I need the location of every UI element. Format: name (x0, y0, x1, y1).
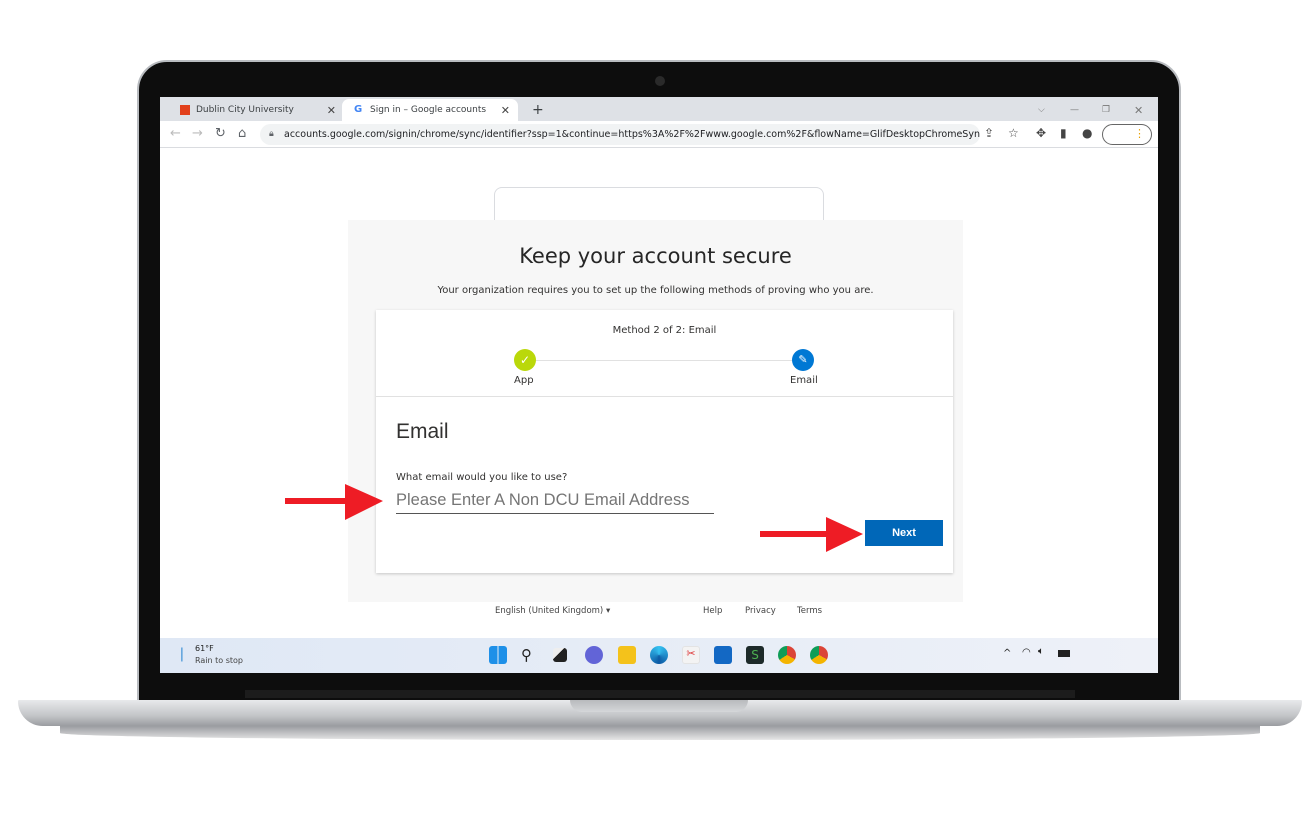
tab-label: Dublin City University (196, 105, 294, 115)
tab-google-signin[interactable]: G Sign in – Google accounts ✕ (342, 99, 518, 121)
close-window-button[interactable]: ✕ (1122, 99, 1143, 121)
home-icon[interactable]: ⌂ (238, 126, 246, 141)
search-icon[interactable]: ⚲ (521, 646, 539, 664)
tab-label: Sign in – Google accounts (370, 105, 487, 115)
browser-toolbar: ← → ↻ ⌂ 🔒︎ accounts.google.com/signin/ch… (160, 121, 1158, 148)
restore-button[interactable]: ❐ (1090, 99, 1110, 121)
laptop-hinge (245, 690, 1075, 698)
help-link[interactable]: Help (703, 606, 722, 616)
dcu-favicon (180, 105, 190, 115)
laptop-base-bottom (60, 726, 1260, 740)
task-view-icon[interactable] (553, 648, 567, 662)
tab-bar: Dublin City University ✕ G Sign in – Goo… (160, 97, 1158, 121)
language-selector[interactable]: English (United Kingdom) ▾ (495, 606, 610, 616)
weather-text[interactable]: Rain to stop (195, 656, 243, 665)
rain-icon: ❘ (176, 646, 188, 662)
page-subtitle: Your organization requires you to set up… (437, 285, 874, 296)
chevron-up-icon[interactable]: ^ (1003, 648, 1011, 659)
close-tab-icon[interactable]: ✕ (327, 104, 336, 117)
side-panel-icon[interactable]: ▮ (1060, 126, 1067, 140)
pencil-icon: ✎ (792, 349, 814, 371)
weather-temperature[interactable]: 61°F (195, 644, 214, 653)
teams-chat-icon[interactable] (585, 646, 603, 664)
edge-icon[interactable] (650, 646, 668, 664)
security-setup-panel: Keep your account secure Your organizati… (348, 220, 963, 602)
annotation-arrow-email (285, 484, 383, 520)
lock-icon[interactable]: 🔒︎ (269, 124, 274, 145)
taskbar: ❘ 61°F Rain to stop ⚲ ✂ S ^ ◠ 🔈︎ (160, 638, 1158, 673)
caret-down-icon: ▾ (605, 606, 611, 616)
profile-menu-button[interactable]: ⋮ (1102, 124, 1152, 145)
back-icon[interactable]: ← (170, 126, 181, 141)
windows-start-icon[interactable] (489, 646, 507, 664)
method-progress-label: Method 2 of 2: Email (612, 325, 717, 336)
step-label-app: App (514, 375, 534, 386)
chrome-icon[interactable] (778, 646, 796, 664)
divider (376, 396, 953, 397)
url-text: accounts.google.com/signin/chrome/sync/i… (284, 129, 980, 140)
volume-icon[interactable]: 🔈︎ (1038, 646, 1044, 657)
store-icon[interactable] (714, 646, 732, 664)
share-icon[interactable]: ⇪ (984, 126, 994, 140)
laptop-notch (570, 700, 748, 712)
screen: Dublin City University ✕ G Sign in – Goo… (160, 97, 1158, 673)
file-explorer-icon[interactable] (618, 646, 636, 664)
reload-icon[interactable]: ↻ (215, 126, 226, 141)
snipping-tool-icon[interactable]: ✂ (682, 646, 700, 664)
language-label: English (United Kingdom) (495, 606, 604, 616)
new-tab-button[interactable]: + (520, 99, 544, 121)
extensions-icon[interactable]: ✥ (1036, 126, 1046, 140)
tab-dcu[interactable]: Dublin City University ✕ (168, 99, 344, 121)
chrome-profile-icon[interactable] (810, 646, 828, 664)
privacy-link[interactable]: Privacy (745, 606, 776, 616)
next-button[interactable]: Next (865, 520, 943, 546)
annotation-arrow-next (760, 517, 863, 552)
tab-search-icon[interactable]: ⌵ (1026, 99, 1045, 121)
google-favicon: G (354, 104, 363, 115)
progress-line (536, 360, 796, 361)
page-title: Keep your account secure (519, 244, 792, 268)
battery-icon[interactable] (1058, 650, 1070, 657)
setup-wizard-card: Method 2 of 2: Email ✓ App ✎ Email Email… (376, 310, 953, 573)
close-tab-icon[interactable]: ✕ (501, 104, 510, 117)
step-label-email: Email (790, 375, 818, 386)
terms-link[interactable]: Terms (797, 606, 822, 616)
email-question-label: What email would you like to use? (396, 472, 568, 483)
app-icon[interactable]: S (746, 646, 764, 664)
email-input[interactable] (396, 488, 714, 514)
minimize-button[interactable]: — (1058, 99, 1079, 121)
webcam (655, 76, 665, 86)
profile-icon[interactable]: ● (1082, 126, 1092, 140)
check-icon: ✓ (514, 349, 536, 371)
forward-icon[interactable]: → (192, 126, 203, 141)
wifi-icon[interactable]: ◠ (1022, 647, 1031, 658)
star-icon[interactable]: ☆ (1008, 126, 1019, 140)
menu-icon: ⋮ (1134, 127, 1145, 140)
section-title: Email (396, 420, 449, 443)
address-bar[interactable]: 🔒︎ accounts.google.com/signin/chrome/syn… (260, 124, 980, 145)
